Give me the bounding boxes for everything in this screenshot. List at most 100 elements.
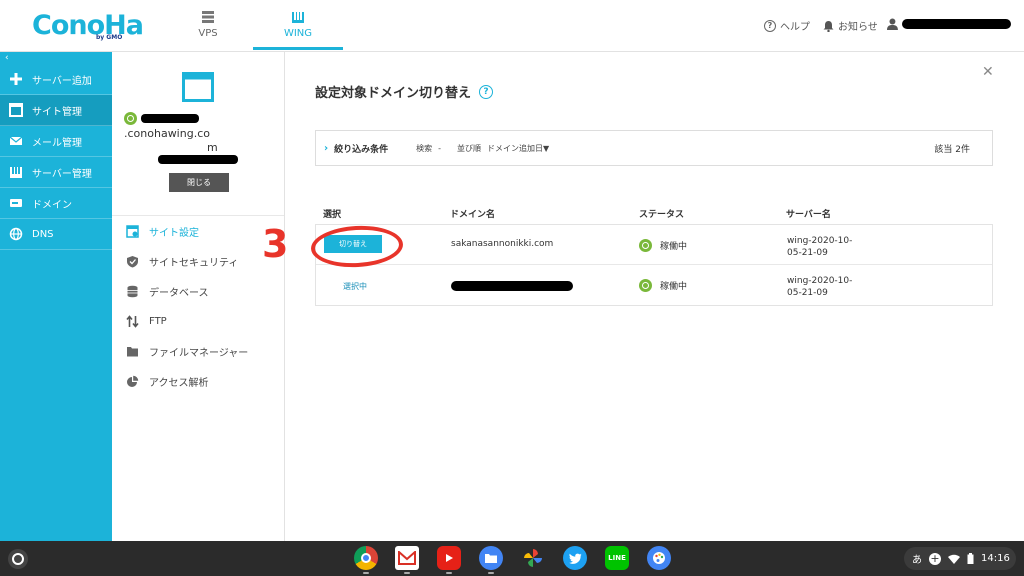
status-tray[interactable]: あ + 14:16 [904,547,1016,570]
column-header-domain: ドメイン名 [450,210,496,220]
sidebar-item-label: ドメイン [32,199,72,211]
conoha-logo[interactable]: ConoHa by GMO [32,10,144,44]
wing-icon [292,11,304,23]
selected-label: 選択中 [343,282,367,291]
site-window-icon [182,72,214,102]
clock-time: 14:16 [981,553,1010,564]
pinwheel-glyph [524,549,542,567]
menu-item-database[interactable]: データベース [112,276,284,306]
palette-icon[interactable] [647,546,671,570]
page-title: 設定対象ドメイン切り替え ? [315,82,494,101]
site-panel: .conohawing.co m 閉じる サイト設定 サイトセキュリティ データ… [112,52,285,541]
filter-bar[interactable]: › 絞り込み条件 検索 - 並び順 ドメイン追加日▼ 該当 2件 [315,130,993,166]
ftp-icon [126,314,139,328]
sidebar-item-site-manage[interactable]: サイト管理 [0,95,112,126]
column-header-server: サーバー名 [786,210,831,220]
files-icon[interactable] [479,546,503,570]
menu-item-file-manager[interactable]: ファイルマネージャー [112,336,284,366]
tab-wing-label: WING [283,28,313,39]
menu-item-label: サイトセキュリティ [149,257,239,269]
table-row: 選択中 稼働中 wing-2020-10-05-21-09 [316,265,992,305]
power-icon [124,112,137,125]
logo-sub: by GMO [96,34,123,41]
site-domain: .conohawing.co m [124,112,284,155]
domain-table: 切り替え sakanasannonikki.com 稼働中 wing-2020-… [315,224,993,306]
power-icon [639,279,652,292]
page-title-text: 設定対象ドメイン切り替え [315,86,472,101]
sidebar-item-label: メール管理 [32,137,82,149]
sidebar-collapse-toggle[interactable]: ‹ [0,52,112,64]
mail-glyph [398,551,416,565]
help-label: ヘルプ [780,22,810,33]
launcher-icon[interactable] [8,549,28,569]
sidebar-item-domain[interactable]: ドメイン [0,188,112,219]
news-link[interactable]: お知らせ [823,18,878,33]
status-text: 稼働中 [660,242,688,252]
menu-item-label: ファイルマネージャー [149,347,249,359]
result-count: 該当 2件 [934,144,970,155]
play-glyph [446,554,453,562]
server-manage-icon [10,166,22,178]
sidebar-item-mail-manage[interactable]: メール管理 [0,126,112,157]
sidebar-item-server-manage[interactable]: サーバー管理 [0,157,112,188]
menu-item-ftp[interactable]: FTP [112,306,284,336]
photos-icon[interactable] [521,546,545,570]
sidebar-item-label: DNS [32,228,54,240]
domain-tail: m [207,141,218,154]
sidebar-item-label: サイト管理 [32,106,82,118]
filter-search-label: 検索 [416,143,433,153]
gmail-icon[interactable] [395,546,419,570]
top-header: ConoHa by GMO VPS WING ? ヘルプ お知らせ [0,0,1024,52]
domain-suffix: .conohawing.co [124,127,210,140]
sidebar-item-dns[interactable]: DNS [0,219,112,250]
filter-title[interactable]: 絞り込み条件 [334,142,388,155]
sidebar-item-label: サーバー追加 [32,75,92,87]
pie-icon [127,375,139,387]
menu-item-site-security[interactable]: サイトセキュリティ [112,246,284,276]
server-icon [202,11,214,23]
news-label: お知らせ [838,22,878,33]
site-settings-icon [126,224,139,238]
close-button[interactable]: 閉じる [169,173,229,192]
plus-circle-icon: + [929,552,941,565]
left-sidebar: ‹ サーバー追加 サイト管理 メール管理 サーバー管理 ドメイン DNS [0,52,112,541]
domain-redaction [451,281,573,291]
chevron-right-icon[interactable]: › [324,143,328,154]
user-menu[interactable] [887,18,1011,30]
menu-item-label: サイト設定 [149,227,199,239]
help-icon: ? [764,19,776,32]
app-running-dot [446,572,452,574]
annotation-number: 3 [262,222,289,266]
server-cell: wing-2020-10-05-21-09 [787,276,853,298]
database-icon [127,285,138,297]
column-header-status: ステータス [639,210,685,220]
line-icon[interactable]: LINE [605,546,629,570]
site-icon [9,103,23,117]
tab-wing[interactable]: WING [253,0,343,50]
youtube-icon[interactable] [437,546,461,570]
menu-item-access-analytics[interactable]: アクセス解析 [112,366,284,396]
plus-icon [10,73,22,85]
bird-glyph [568,553,581,564]
chrome-icon[interactable] [354,546,378,570]
menu-item-label: FTP [149,315,167,327]
question-icon[interactable]: ? [479,84,494,99]
column-header-select: 選択 [323,210,342,220]
menu-item-site-settings[interactable]: サイト設定 [112,216,284,246]
filter-sort-value[interactable]: ドメイン追加日▼ [487,143,549,154]
os-shelf: LINE あ + 14:16 [0,541,1024,576]
mail-icon [9,136,23,145]
shield-icon [127,255,138,267]
domain-icon [10,199,22,207]
palette-glyph [653,552,665,564]
twitter-icon[interactable] [563,546,587,570]
site-menu: サイト設定 サイトセキュリティ データベース FTP ファイルマネージャー アク… [112,215,284,396]
sidebar-item-add-server[interactable]: サーバー追加 [0,64,112,95]
close-icon[interactable]: ✕ [982,64,994,80]
tab-vps-label: VPS [198,28,218,39]
tab-vps[interactable]: VPS [163,0,253,50]
globe-icon [9,227,23,241]
battery-icon [967,553,974,564]
help-link[interactable]: ? ヘルプ [764,18,810,33]
user-name-redaction [901,19,1011,29]
